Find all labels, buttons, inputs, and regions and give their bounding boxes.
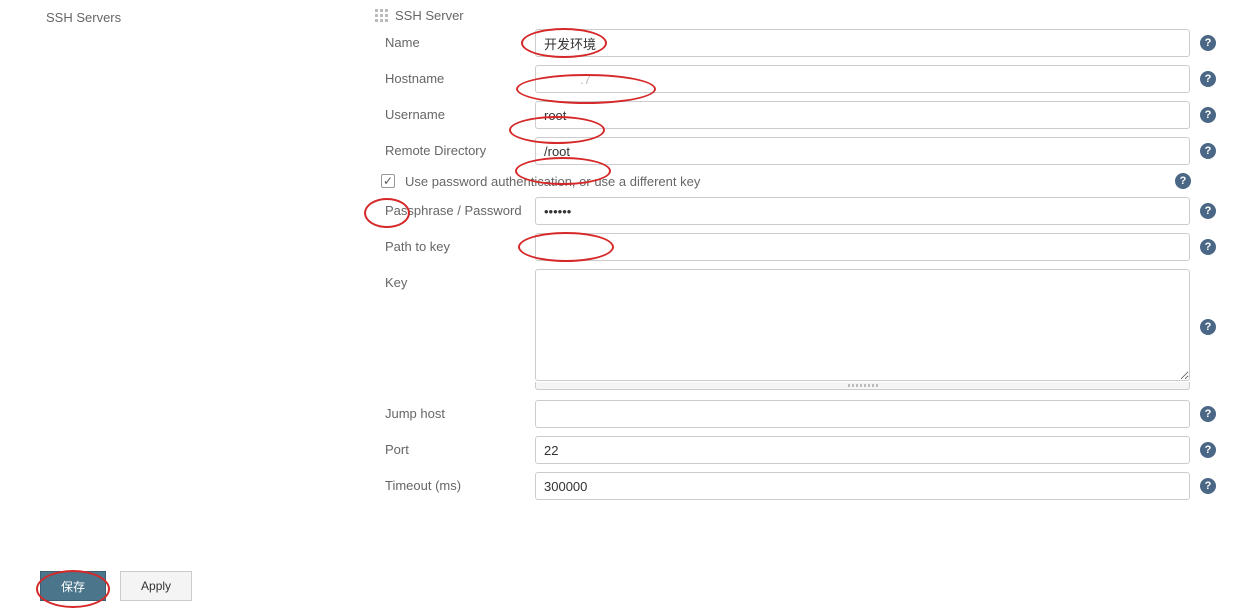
input-username[interactable] xyxy=(535,101,1190,129)
label-name: Name xyxy=(385,29,535,50)
help-icon[interactable]: ? xyxy=(1200,71,1216,87)
label-key: Key xyxy=(385,269,535,290)
section-title: SSH Server xyxy=(395,8,464,23)
help-icon[interactable]: ? xyxy=(1200,478,1216,494)
help-icon[interactable]: ? xyxy=(1200,239,1216,255)
help-icon[interactable]: ? xyxy=(1175,173,1191,189)
input-jump-host[interactable] xyxy=(535,400,1190,428)
label-hostname: Hostname xyxy=(385,65,535,86)
input-path-to-key[interactable] xyxy=(535,233,1190,261)
help-icon[interactable]: ? xyxy=(1200,319,1216,335)
help-icon[interactable]: ? xyxy=(1200,442,1216,458)
input-name[interactable] xyxy=(535,29,1190,57)
resize-handle-icon[interactable] xyxy=(535,382,1190,390)
help-icon[interactable]: ? xyxy=(1200,35,1216,51)
label-remote-directory: Remote Directory xyxy=(385,137,535,158)
input-passphrase[interactable] xyxy=(535,197,1190,225)
ssh-server-form: SSH Server Name ? Hostname ? Username ? xyxy=(375,8,1215,508)
help-icon[interactable]: ? xyxy=(1200,107,1216,123)
save-button[interactable]: 保存 xyxy=(40,571,106,601)
label-port: Port xyxy=(385,436,535,457)
label-timeout: Timeout (ms) xyxy=(385,472,535,493)
label-path-to-key: Path to key xyxy=(385,233,535,254)
label-username: Username xyxy=(385,101,535,122)
sidebar-label-ssh-servers: SSH Servers xyxy=(46,10,121,25)
help-icon[interactable]: ? xyxy=(1200,143,1216,159)
help-icon[interactable]: ? xyxy=(1200,406,1216,422)
apply-button[interactable]: Apply xyxy=(120,571,192,601)
input-timeout[interactable] xyxy=(535,472,1190,500)
input-port[interactable] xyxy=(535,436,1190,464)
input-remote-directory[interactable] xyxy=(535,137,1190,165)
label-use-password: Use password authentication, or use a di… xyxy=(405,174,700,189)
textarea-key[interactable] xyxy=(535,269,1190,381)
drag-grid-icon[interactable] xyxy=(375,9,389,23)
help-icon[interactable]: ? xyxy=(1200,203,1216,219)
label-jump-host: Jump host xyxy=(385,400,535,421)
checkbox-use-password[interactable]: ✓ xyxy=(381,174,395,188)
label-passphrase: Passphrase / Password xyxy=(385,197,535,218)
input-hostname[interactable] xyxy=(535,65,1190,93)
